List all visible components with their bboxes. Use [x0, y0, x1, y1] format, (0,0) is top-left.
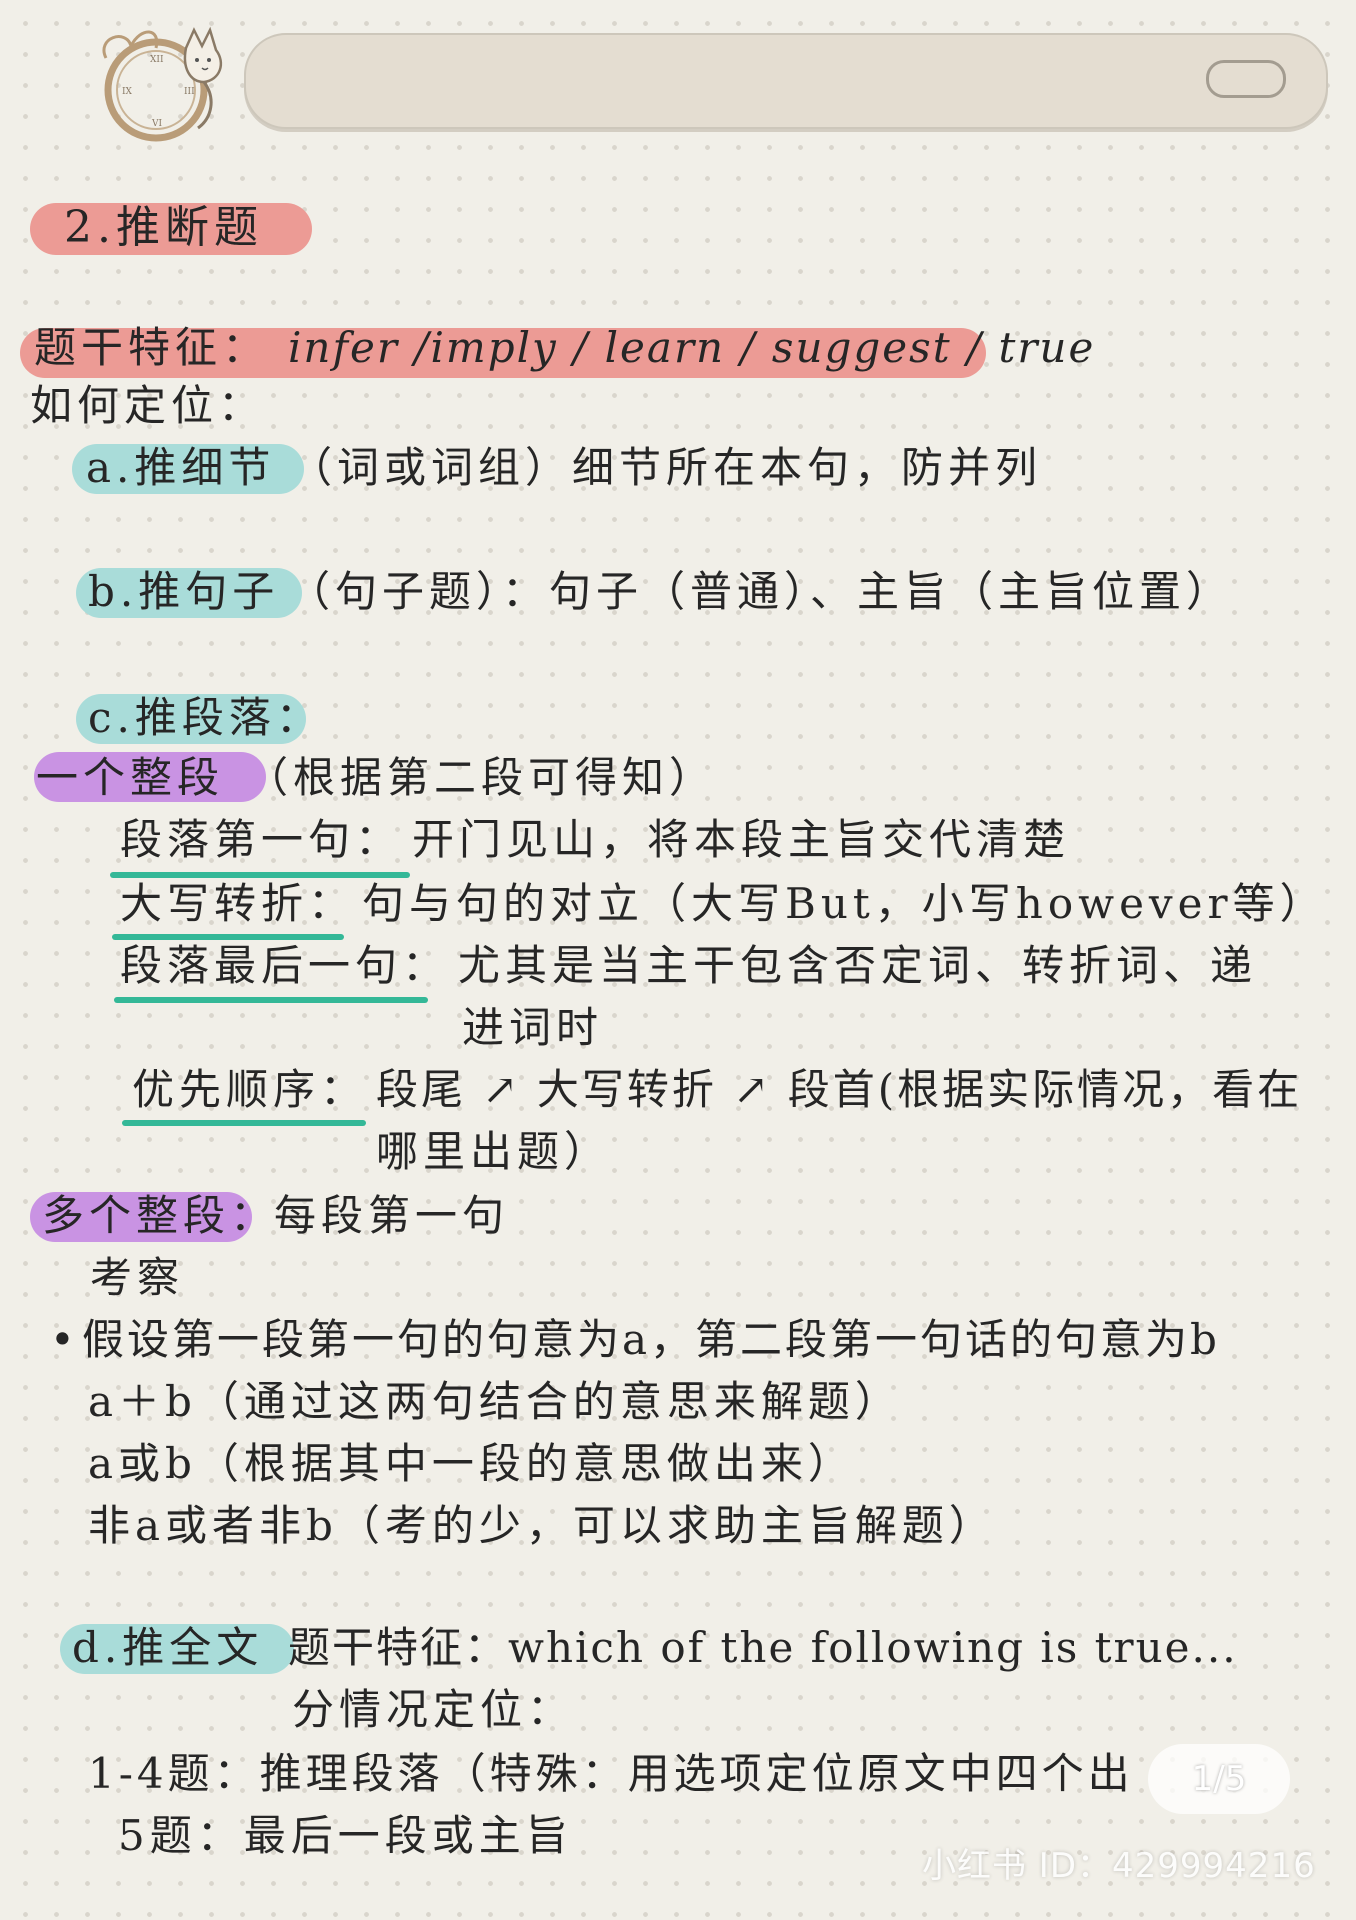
item-d-stem: 题干特征：which of the following is true... — [288, 1623, 1238, 1672]
item-b-text: （句子题）：句子（普通）、主旨（主旨位置） — [288, 567, 1234, 616]
svg-text:VI: VI — [151, 119, 162, 129]
item-d-sub: 分情况定位： — [292, 1685, 575, 1734]
rule-3-text: 尤其是当主干包含否定词、转折词、递 — [458, 941, 1258, 990]
svg-text:IX: IX — [122, 87, 133, 97]
priority-underline — [122, 1120, 366, 1126]
locate-heading: 如何定位： — [30, 381, 266, 430]
rule-3-underline — [114, 997, 428, 1003]
item-a-text: （词或词组）细节所在本句，防并列 — [290, 443, 1043, 492]
priority-key: 优先顺序： — [132, 1065, 368, 1114]
item-d-label: d.推全文 — [72, 1623, 264, 1672]
item-c-label: c.推段落： — [88, 693, 323, 742]
case-1: a＋b（通过这两句结合的意思来解题） — [88, 1377, 902, 1426]
bullet-text: 假设第一段第一句的句意为a，第二段第一句话的句意为b — [82, 1315, 1220, 1364]
exam-label: 考察 — [90, 1253, 185, 1302]
single-para-label: 一个整段 — [36, 753, 225, 802]
search-bar[interactable] — [244, 33, 1328, 129]
item-d-case-1: 1-4题：推理段落（特殊：用选项定位原文中四个出 — [88, 1749, 1134, 1798]
toggle-pill-icon[interactable] — [1206, 60, 1286, 98]
multi-para-label: 多个整段： — [42, 1191, 278, 1240]
item-b-label: b.推句子 — [88, 567, 280, 616]
rule-1-text: 开门见山，将本段主旨交代清楚 — [412, 815, 1071, 864]
rule-2-key: 大写转折： — [120, 879, 356, 928]
clock-cat-logo-icon: XII III VI IX — [86, 18, 246, 152]
single-para-note: （根据第二段可得知） — [246, 753, 717, 802]
item-a-label: a.推细节 — [86, 443, 276, 492]
bullet-dot-icon: • — [50, 1315, 80, 1364]
item-d-case-2: 5题：最后一段或主旨 — [118, 1811, 573, 1860]
rule-3-cont: 进词时 — [462, 1003, 604, 1052]
case-2: a或b（根据其中一段的意思做出来） — [88, 1439, 855, 1488]
page-indicator-badge[interactable]: 1/5 — [1148, 1744, 1290, 1814]
rule-2-text: 句与句的对立（大写But，小写however等） — [362, 879, 1327, 928]
rule-3-key: 段落最后一句： — [120, 941, 450, 990]
stem-keywords: infer /imply / learn / suggest / true — [288, 323, 1096, 372]
svg-text:XII: XII — [150, 55, 164, 65]
stem-label: 题干特征： — [34, 323, 270, 372]
case-3: 非a或者非b（考的少，可以求助主旨解题） — [88, 1501, 996, 1550]
priority-text: 段尾 ↗ 大写转折 ↗ 段首(根据实际情况，看在 — [376, 1065, 1303, 1114]
svg-text:III: III — [184, 87, 195, 97]
page-title: 2.推断题 — [64, 202, 263, 253]
multi-para-text: 每段第一句 — [274, 1191, 510, 1240]
watermark: 小红书 ID：429994216 — [922, 1846, 1316, 1886]
priority-cont: 哪里出题） — [376, 1127, 612, 1176]
rule-1-key: 段落第一句： — [120, 815, 403, 864]
